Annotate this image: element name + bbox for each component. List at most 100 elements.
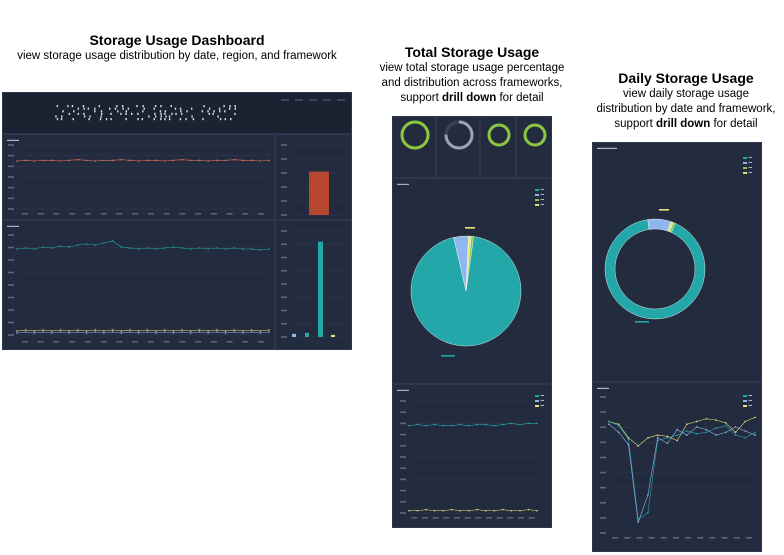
data-point <box>85 332 88 334</box>
data-point <box>666 442 669 445</box>
data-point <box>137 330 140 332</box>
data-point <box>85 330 88 332</box>
total-caption-line2: and distribution across frameworks, <box>381 77 563 89</box>
data-point <box>16 332 18 334</box>
banner-pixel <box>190 107 193 110</box>
data-point <box>94 160 97 162</box>
total-caption-line3: support drill down for detail <box>400 92 544 104</box>
data-point <box>77 244 79 246</box>
banner-pixel <box>202 118 204 121</box>
banner-pixel <box>143 107 145 110</box>
data-point <box>172 332 175 334</box>
data-point <box>459 509 461 512</box>
banner-pixel <box>180 112 183 115</box>
data-point <box>137 248 140 250</box>
data-point <box>137 332 140 334</box>
data-point <box>198 159 201 162</box>
x-tick-label <box>443 517 450 519</box>
banner-pixel <box>137 112 139 115</box>
banner-pixel <box>137 118 139 121</box>
data-point <box>686 434 688 436</box>
banner-pixel <box>160 105 162 108</box>
banner-pixel <box>160 112 162 115</box>
banner-pixel <box>207 110 209 113</box>
banner-pixel <box>142 110 144 113</box>
data-point <box>259 332 262 334</box>
data-point <box>33 160 36 162</box>
gauge-card[interactable] <box>392 116 436 178</box>
banner-pixel <box>125 110 128 113</box>
bar[interactable] <box>292 333 296 337</box>
banner-pixel <box>100 115 102 118</box>
data-point <box>163 331 166 333</box>
pie-slice[interactable] <box>604 219 706 320</box>
gauge-fill <box>523 123 547 147</box>
data-point <box>754 434 756 436</box>
banner-pixel <box>88 118 90 121</box>
banner-pixel <box>153 107 155 110</box>
data-point <box>172 330 175 332</box>
y-tick-label <box>8 246 14 249</box>
data-point <box>42 331 44 333</box>
x-tick-label <box>37 213 44 215</box>
x-tick-label <box>660 537 667 539</box>
data-point <box>502 508 504 511</box>
total-line-card-title-mark: ▬▬▬ <box>397 387 409 392</box>
bar[interactable] <box>309 171 329 215</box>
pie-label <box>441 355 455 357</box>
side-teal-bar-chart <box>281 230 348 338</box>
x-tick-label <box>432 517 439 519</box>
banner-pixel <box>164 118 166 121</box>
data-point <box>129 329 131 331</box>
data-point <box>233 158 236 161</box>
gauge-card[interactable] <box>516 116 552 178</box>
data-point <box>656 437 659 439</box>
data-point <box>24 159 27 162</box>
bar[interactable] <box>331 334 335 337</box>
bar[interactable] <box>318 241 323 337</box>
daily-usage-screenshot: ▬▬▬▬▬ ▬ ▬ ▬ ▬ ▬▬▬ ▬ ▬ ▬ <box>592 142 762 552</box>
banner-pixel <box>55 115 57 118</box>
framework-pie-card: ▬▬▬ ▬ ▬ ▬ ▬ <box>392 178 552 384</box>
x-tick-label <box>84 341 91 343</box>
ring-gauge-icon <box>444 120 474 150</box>
y-tick-label <box>600 456 606 459</box>
gauge-card[interactable] <box>436 116 480 178</box>
data-point <box>608 420 610 423</box>
x-tick-label <box>733 537 740 539</box>
y-tick-label <box>8 197 14 200</box>
data-point <box>137 160 140 162</box>
data-point <box>85 159 88 162</box>
x-tick-label <box>195 341 202 343</box>
data-point <box>676 428 678 431</box>
x-tick-label <box>69 213 76 215</box>
daily-series-0 <box>608 417 756 447</box>
x-tick-label <box>636 537 643 539</box>
donut-label <box>659 209 669 211</box>
banner-pixel <box>71 105 74 108</box>
data-point <box>120 158 123 161</box>
data-point <box>467 509 470 512</box>
gauge-card[interactable] <box>480 116 516 178</box>
data-point <box>510 509 513 512</box>
y-tick-label <box>400 422 406 425</box>
data-point <box>155 159 157 162</box>
data-point <box>68 330 70 332</box>
banner-pixel <box>99 118 102 121</box>
data-point <box>527 422 530 425</box>
data-point <box>24 247 27 249</box>
banner-pixel <box>67 105 69 108</box>
data-point <box>224 248 227 250</box>
data-point <box>617 424 620 427</box>
ring-gauge-icon <box>487 123 511 147</box>
banner-pixel <box>164 110 167 113</box>
bar[interactable] <box>305 332 309 337</box>
data-point <box>744 437 747 439</box>
data-point <box>536 509 538 512</box>
pie-slice[interactable] <box>647 218 672 232</box>
data-point <box>510 422 513 425</box>
data-point <box>233 329 236 331</box>
data-point <box>68 159 70 162</box>
x-tick-label <box>411 517 418 519</box>
data-point <box>705 428 708 431</box>
